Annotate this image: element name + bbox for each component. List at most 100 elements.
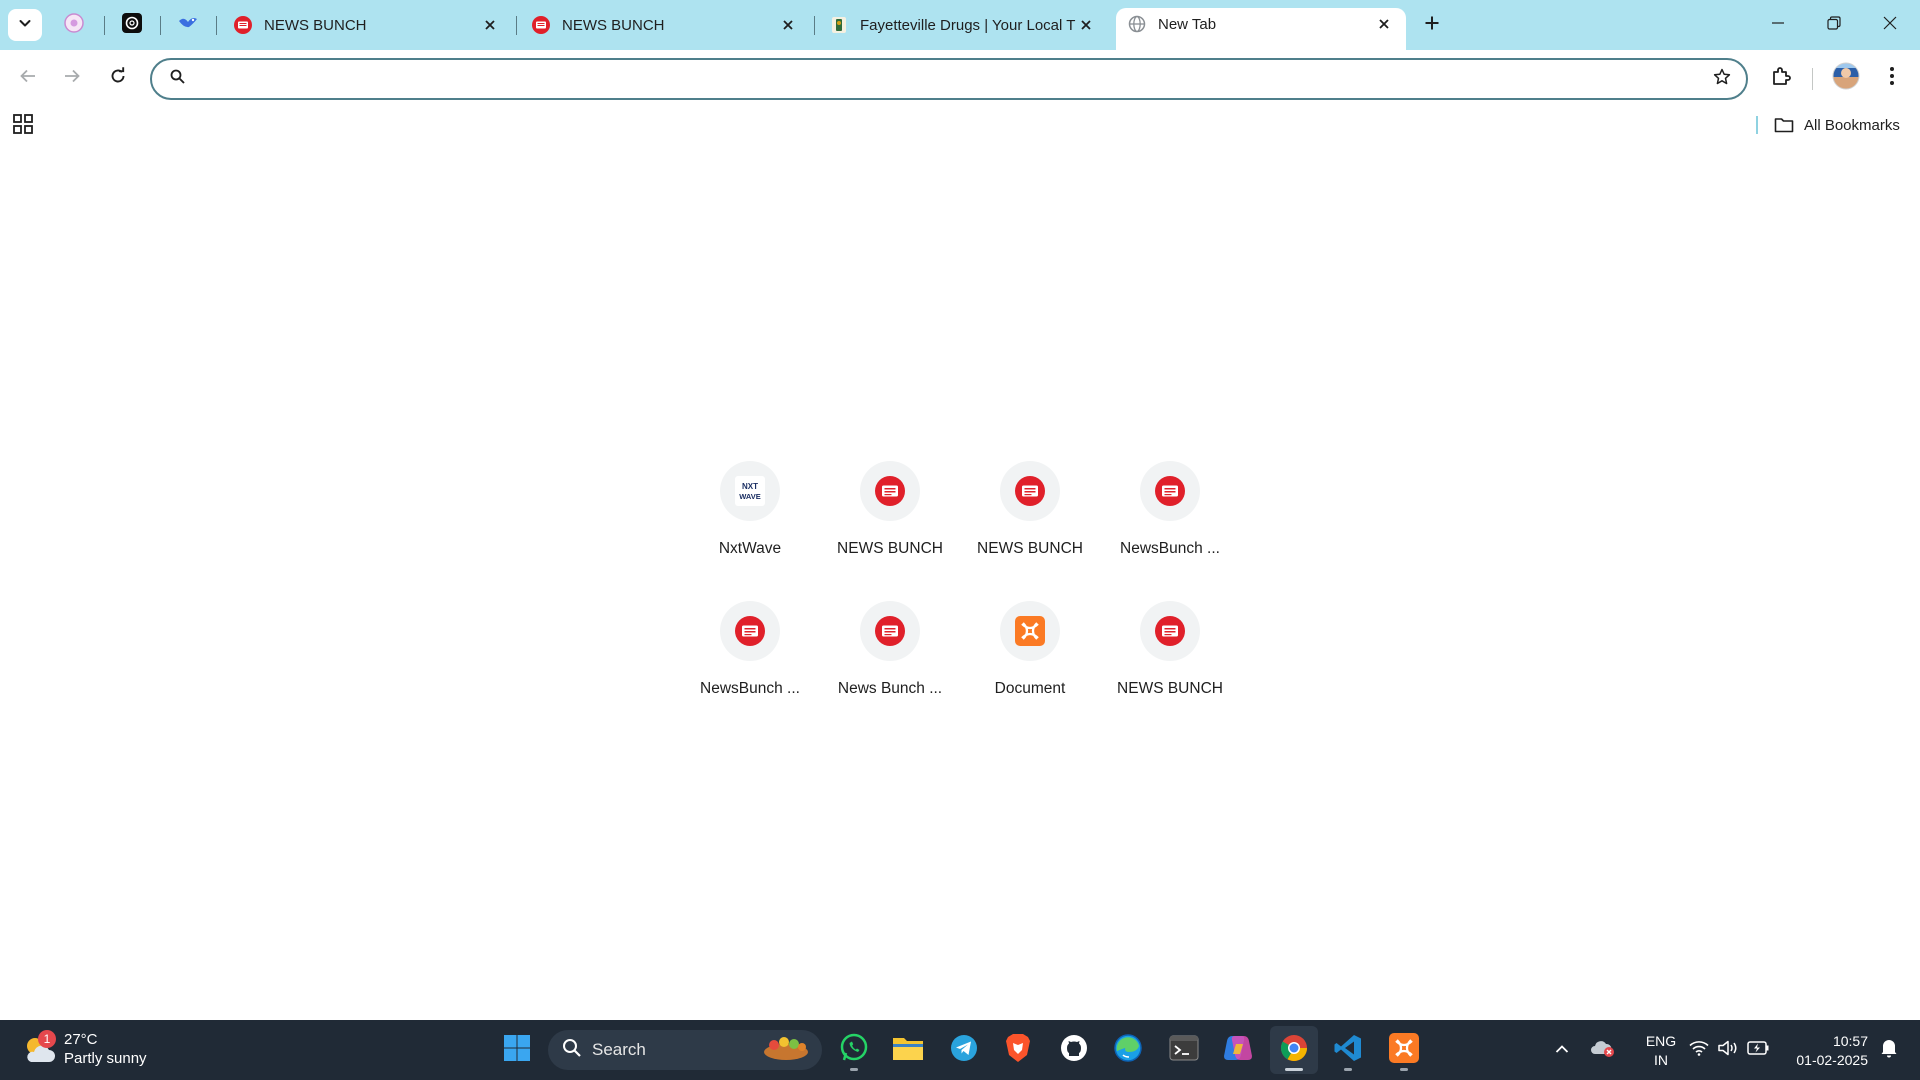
tab-title: Fayetteville Drugs | Your Local T	[860, 16, 1076, 34]
taskbar-edge[interactable]	[1104, 1026, 1152, 1074]
taskbar-xampp[interactable]	[1380, 1026, 1428, 1074]
taskbar-terminal[interactable]	[1160, 1026, 1208, 1074]
start-button[interactable]	[493, 1026, 541, 1074]
tab-new-tab[interactable]: New Tab	[1116, 8, 1406, 50]
tab-fayetteville-drugs[interactable]: Fayetteville Drugs | Your Local T	[818, 9, 1108, 41]
svg-text:WAVE: WAVE	[739, 492, 761, 501]
all-bookmarks-button[interactable]: All Bookmarks	[1774, 112, 1900, 138]
xampp-icon	[1389, 1032, 1419, 1068]
taskbar-brave[interactable]	[994, 1026, 1042, 1074]
system-clock[interactable]: 10:57 01-02-2025	[1780, 1032, 1868, 1070]
volume-control[interactable]	[1714, 1020, 1742, 1080]
taskbar-telegram[interactable]	[940, 1026, 988, 1074]
clock-date: 01-02-2025	[1796, 1052, 1868, 1068]
shortcut-tile[interactable]: Document	[960, 593, 1100, 733]
taskbar-github[interactable]	[1050, 1026, 1098, 1074]
restore-icon	[1827, 15, 1841, 35]
shortcut-tile[interactable]: NEWS BUNCH	[960, 453, 1100, 593]
whatsapp-icon	[839, 1033, 869, 1068]
newsbunch-icon	[720, 601, 780, 661]
shortcut-tile[interactable]: NEWS BUNCH	[1100, 593, 1240, 733]
language-indicator[interactable]: ENG IN	[1636, 1032, 1686, 1070]
newsbunch-icon	[532, 16, 550, 34]
taskbar-search[interactable]: Search	[548, 1030, 822, 1070]
bookmark-star-button[interactable]	[1702, 60, 1742, 98]
running-indicator	[1285, 1068, 1303, 1071]
close-icon[interactable]	[778, 15, 798, 35]
clock-time: 10:57	[1832, 1033, 1868, 1049]
shortcut-tile[interactable]: NewsBunch ...	[680, 593, 820, 733]
address-bar[interactable]	[150, 58, 1748, 100]
weather-condition: Partly sunny	[64, 1050, 147, 1067]
tab-strip: NEWS BUNCH NEWS BUNCH Fayetteville Drugs…	[0, 0, 1920, 50]
shortcut-tile[interactable]: NXT WAVE NxtWave	[680, 453, 820, 593]
extensions-button[interactable]	[1764, 60, 1800, 96]
tab-news-bunch-2[interactable]: NEWS BUNCH	[520, 9, 810, 41]
close-icon	[1883, 16, 1897, 35]
address-input[interactable]	[197, 70, 1702, 88]
shortcut-label: NewsBunch ...	[700, 680, 800, 697]
shortcut-label: NxtWave	[718, 540, 782, 557]
shortcut-tile[interactable]: News Bunch ...	[820, 593, 960, 733]
newsbunch-icon	[860, 461, 920, 521]
new-tab-button[interactable]	[1418, 11, 1446, 39]
weather-badge: 1	[38, 1030, 56, 1048]
minimize-icon	[1771, 16, 1785, 35]
tab-separator	[516, 16, 517, 35]
shortcut-tile[interactable]: NEWS BUNCH	[820, 453, 960, 593]
apps-grid-icon	[13, 113, 33, 139]
search-highlight-icon	[760, 1033, 812, 1068]
svg-text:NXT: NXT	[742, 482, 758, 491]
reload-button[interactable]	[100, 60, 136, 96]
language-code: ENG	[1645, 1033, 1677, 1049]
shortcut-label: NEWS BUNCH	[977, 540, 1083, 557]
taskbar-copilot[interactable]	[1214, 1026, 1262, 1074]
close-icon[interactable]	[480, 15, 500, 35]
pinned-tab-1[interactable]	[52, 9, 96, 41]
close-icon[interactable]	[1076, 15, 1096, 35]
windows-taskbar: 1 27°C Partly sunny Search ENG IN 10:57 …	[0, 1020, 1920, 1080]
taskbar-whatsapp[interactable]	[830, 1026, 878, 1074]
tab-news-bunch-1[interactable]: NEWS BUNCH	[222, 9, 512, 41]
battery-status[interactable]	[1742, 1020, 1774, 1080]
avatar	[1832, 62, 1860, 95]
wifi-icon	[1689, 1040, 1709, 1061]
tab-separator	[160, 16, 161, 35]
weather-widget[interactable]: 1 27°C Partly sunny	[22, 1030, 147, 1068]
taskbar-vscode[interactable]	[1324, 1026, 1372, 1074]
taskbar-search-label: Search	[592, 1040, 646, 1059]
copilot-icon	[1223, 1034, 1253, 1067]
battery-charging-icon	[1747, 1040, 1769, 1060]
tab-separator	[104, 16, 105, 35]
terminal-icon	[1169, 1035, 1199, 1066]
browser-menu-button[interactable]	[1874, 60, 1910, 96]
close-icon[interactable]	[1374, 14, 1394, 34]
arrow-left-icon	[19, 67, 37, 90]
minimize-button[interactable]	[1750, 0, 1806, 50]
toolbar-separator	[1812, 68, 1813, 90]
show-hidden-icons-button[interactable]	[1548, 1020, 1576, 1080]
taskbar-file-explorer[interactable]	[884, 1026, 932, 1074]
notifications-button[interactable]	[1874, 1020, 1904, 1080]
network-status[interactable]	[1684, 1020, 1714, 1080]
shortcut-label: NEWS BUNCH	[1117, 680, 1223, 697]
close-window-button[interactable]	[1862, 0, 1918, 50]
bookmarks-separator	[1756, 116, 1758, 134]
forward-button[interactable]	[54, 60, 90, 96]
pinned-tab-3[interactable]	[166, 9, 210, 41]
pinned-tab-2[interactable]	[110, 9, 154, 41]
apps-button[interactable]	[10, 113, 36, 139]
chevron-down-icon	[18, 16, 32, 35]
tab-search-button[interactable]	[8, 9, 42, 41]
region-code: IN	[1654, 1052, 1668, 1068]
running-indicator	[1400, 1068, 1408, 1071]
profile-avatar-button[interactable]	[1828, 60, 1864, 96]
taskbar-chrome[interactable]	[1270, 1026, 1318, 1074]
tab-title: NEWS BUNCH	[562, 16, 665, 34]
bird-logo-icon	[177, 12, 199, 39]
onedrive-status[interactable]	[1586, 1020, 1620, 1080]
back-button[interactable]	[10, 60, 46, 96]
restore-button[interactable]	[1806, 0, 1862, 50]
shortcut-tile[interactable]: NewsBunch ...	[1100, 453, 1240, 593]
puzzle-piece-icon	[1771, 65, 1793, 92]
